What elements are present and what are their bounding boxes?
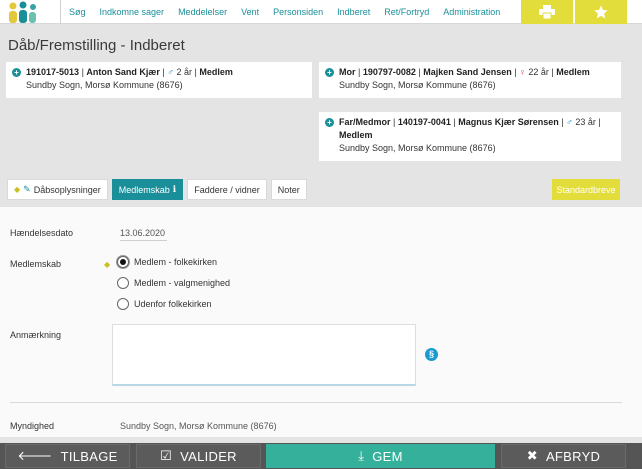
nav-item-indberet[interactable]: Indberet bbox=[337, 7, 370, 17]
female-icon: ♀ bbox=[519, 67, 526, 77]
divider bbox=[10, 402, 622, 403]
tab-bar: ◆ ✎ Dåbsoplysninger Medlemskab ℹ Faddere… bbox=[7, 179, 311, 200]
nav-item-administration[interactable]: Administration bbox=[443, 7, 500, 17]
male-icon: ♂ bbox=[167, 67, 174, 77]
father-location: Sundby Sogn, Morsø Kommune (8676) bbox=[339, 143, 496, 153]
radio-button[interactable] bbox=[117, 277, 129, 289]
remark-label: Anmærkning bbox=[10, 330, 62, 340]
page-title: Dåb/Fremstilling - Indberet bbox=[8, 37, 185, 54]
validate-label: VALIDER bbox=[180, 448, 237, 464]
membership-label: Medlemskab bbox=[10, 259, 62, 269]
radio-medlem-folkekirken[interactable]: Medlem - folkekirken bbox=[117, 256, 217, 268]
nav-divider bbox=[60, 0, 61, 24]
print-button[interactable] bbox=[521, 0, 573, 24]
arrow-left-icon: 🡐 bbox=[17, 448, 53, 463]
main-nav: Søg Indkomne sager Meddelelser Vent Pers… bbox=[60, 0, 514, 24]
expand-icon[interactable]: + bbox=[325, 118, 334, 127]
print-icon bbox=[539, 5, 555, 19]
mother-role: Mor bbox=[339, 67, 356, 77]
tab-faddere-vidner[interactable]: Faddere / vidner bbox=[187, 179, 267, 200]
child-location: Sundby Sogn, Morsø Kommune (8676) bbox=[26, 80, 183, 90]
favorite-button[interactable] bbox=[575, 0, 627, 24]
cancel-label: AFBRYD bbox=[545, 448, 601, 464]
pencil-icon: ✎ bbox=[23, 184, 31, 194]
checkbox-icon: ☑ bbox=[160, 448, 173, 463]
radio-label: Medlem - valgmenighed bbox=[134, 278, 231, 288]
child-cpr: 191017-5013 bbox=[26, 67, 80, 77]
validate-button[interactable]: ☑ VALIDER bbox=[136, 444, 261, 468]
father-age: 23 år bbox=[575, 117, 596, 127]
save-button[interactable]: ⤓ GEM bbox=[266, 444, 495, 468]
father-role: Far/Medmor bbox=[339, 117, 391, 127]
nav-item-indkomne-sager[interactable]: Indkomne sager bbox=[100, 7, 165, 17]
standardbreve-button[interactable]: Standardbreve bbox=[552, 179, 620, 200]
tab-label: Faddere / vidner bbox=[194, 184, 260, 195]
cancel-button[interactable]: ✖ AFBRYD bbox=[501, 444, 626, 468]
nav-item-meddelelser[interactable]: Meddelelser bbox=[178, 7, 227, 17]
mother-age: 22 år bbox=[528, 67, 549, 77]
paragraph-icon[interactable]: § bbox=[425, 348, 438, 361]
tab-label: Dåbsoplysninger bbox=[33, 184, 101, 195]
child-person-card[interactable]: + 191017-5013 | Anton Sand Kjær | ♂ 2 år… bbox=[6, 62, 312, 98]
download-icon: ⤓ bbox=[358, 448, 365, 463]
back-button[interactable]: 🡐 TILBAGE bbox=[5, 444, 130, 468]
tab-medlemskab[interactable]: Medlemskab ℹ bbox=[111, 179, 184, 200]
child-age: 2 år bbox=[176, 67, 193, 77]
required-icon: ◆ bbox=[14, 185, 21, 194]
father-status: Medlem bbox=[339, 130, 373, 140]
event-date-field[interactable]: 13.06.2020 bbox=[120, 228, 167, 241]
radio-label: Udenfor folkekirken bbox=[134, 299, 212, 309]
mother-location: Sundby Sogn, Morsø Kommune (8676) bbox=[339, 80, 496, 90]
nav-item-ret-fortryd[interactable]: Ret/Fortryd bbox=[384, 7, 429, 17]
radio-button[interactable] bbox=[117, 298, 129, 310]
radio-udenfor-folkekirken[interactable]: Udenfor folkekirken bbox=[117, 298, 212, 310]
mother-status: Medlem bbox=[556, 67, 590, 77]
male-icon: ♂ bbox=[566, 117, 573, 127]
nav-item-vent[interactable]: Vent bbox=[241, 7, 259, 17]
radio-medlem-valgmenighed[interactable]: Medlem - valgmenighed bbox=[117, 277, 230, 289]
father-person-card[interactable]: + Far/Medmor | 140197-0041 | Magnus Kjær… bbox=[319, 112, 621, 161]
logo-icon[interactable] bbox=[4, 1, 42, 23]
remark-textarea[interactable] bbox=[112, 324, 416, 386]
father-name: Magnus Kjær Sørensen bbox=[458, 117, 559, 127]
tab-label: Medlemskab bbox=[118, 184, 170, 195]
father-cpr: 140197-0041 bbox=[397, 117, 451, 127]
nav-item-sog[interactable]: Søg bbox=[69, 7, 86, 17]
required-icon: ◆ bbox=[104, 260, 111, 269]
authority-label: Myndighed bbox=[10, 421, 55, 431]
top-navigation-bar: Søg Indkomne sager Meddelelser Vent Pers… bbox=[0, 0, 642, 24]
save-label: GEM bbox=[372, 448, 403, 464]
expand-icon[interactable]: + bbox=[12, 68, 21, 77]
tab-label: Noter bbox=[277, 184, 300, 195]
mother-name: Majken Sand Jensen bbox=[423, 67, 512, 77]
nav-item-personsiden[interactable]: Personsiden bbox=[273, 7, 323, 17]
expand-icon[interactable]: + bbox=[325, 68, 334, 77]
mother-cpr: 190797-0082 bbox=[362, 67, 416, 77]
tab-noter[interactable]: Noter bbox=[270, 179, 307, 200]
radio-label: Medlem - folkekirken bbox=[134, 257, 218, 267]
back-label: TILBAGE bbox=[60, 448, 118, 464]
radio-button[interactable] bbox=[117, 256, 129, 268]
child-name: Anton Sand Kjær bbox=[86, 67, 160, 77]
authority-value: Sundby Sogn, Morsø Kommune (8676) bbox=[120, 421, 277, 431]
star-icon bbox=[594, 5, 608, 19]
info-icon: ℹ bbox=[172, 184, 177, 194]
child-status: Medlem bbox=[199, 67, 233, 77]
event-date-label: Hændelsesdato bbox=[10, 228, 74, 238]
tab-dabsoplysninger[interactable]: ◆ ✎ Dåbsoplysninger bbox=[7, 179, 108, 200]
mother-person-card[interactable]: + Mor | 190797-0082 | Majken Sand Jensen… bbox=[319, 62, 621, 98]
close-icon: ✖ bbox=[526, 448, 538, 463]
